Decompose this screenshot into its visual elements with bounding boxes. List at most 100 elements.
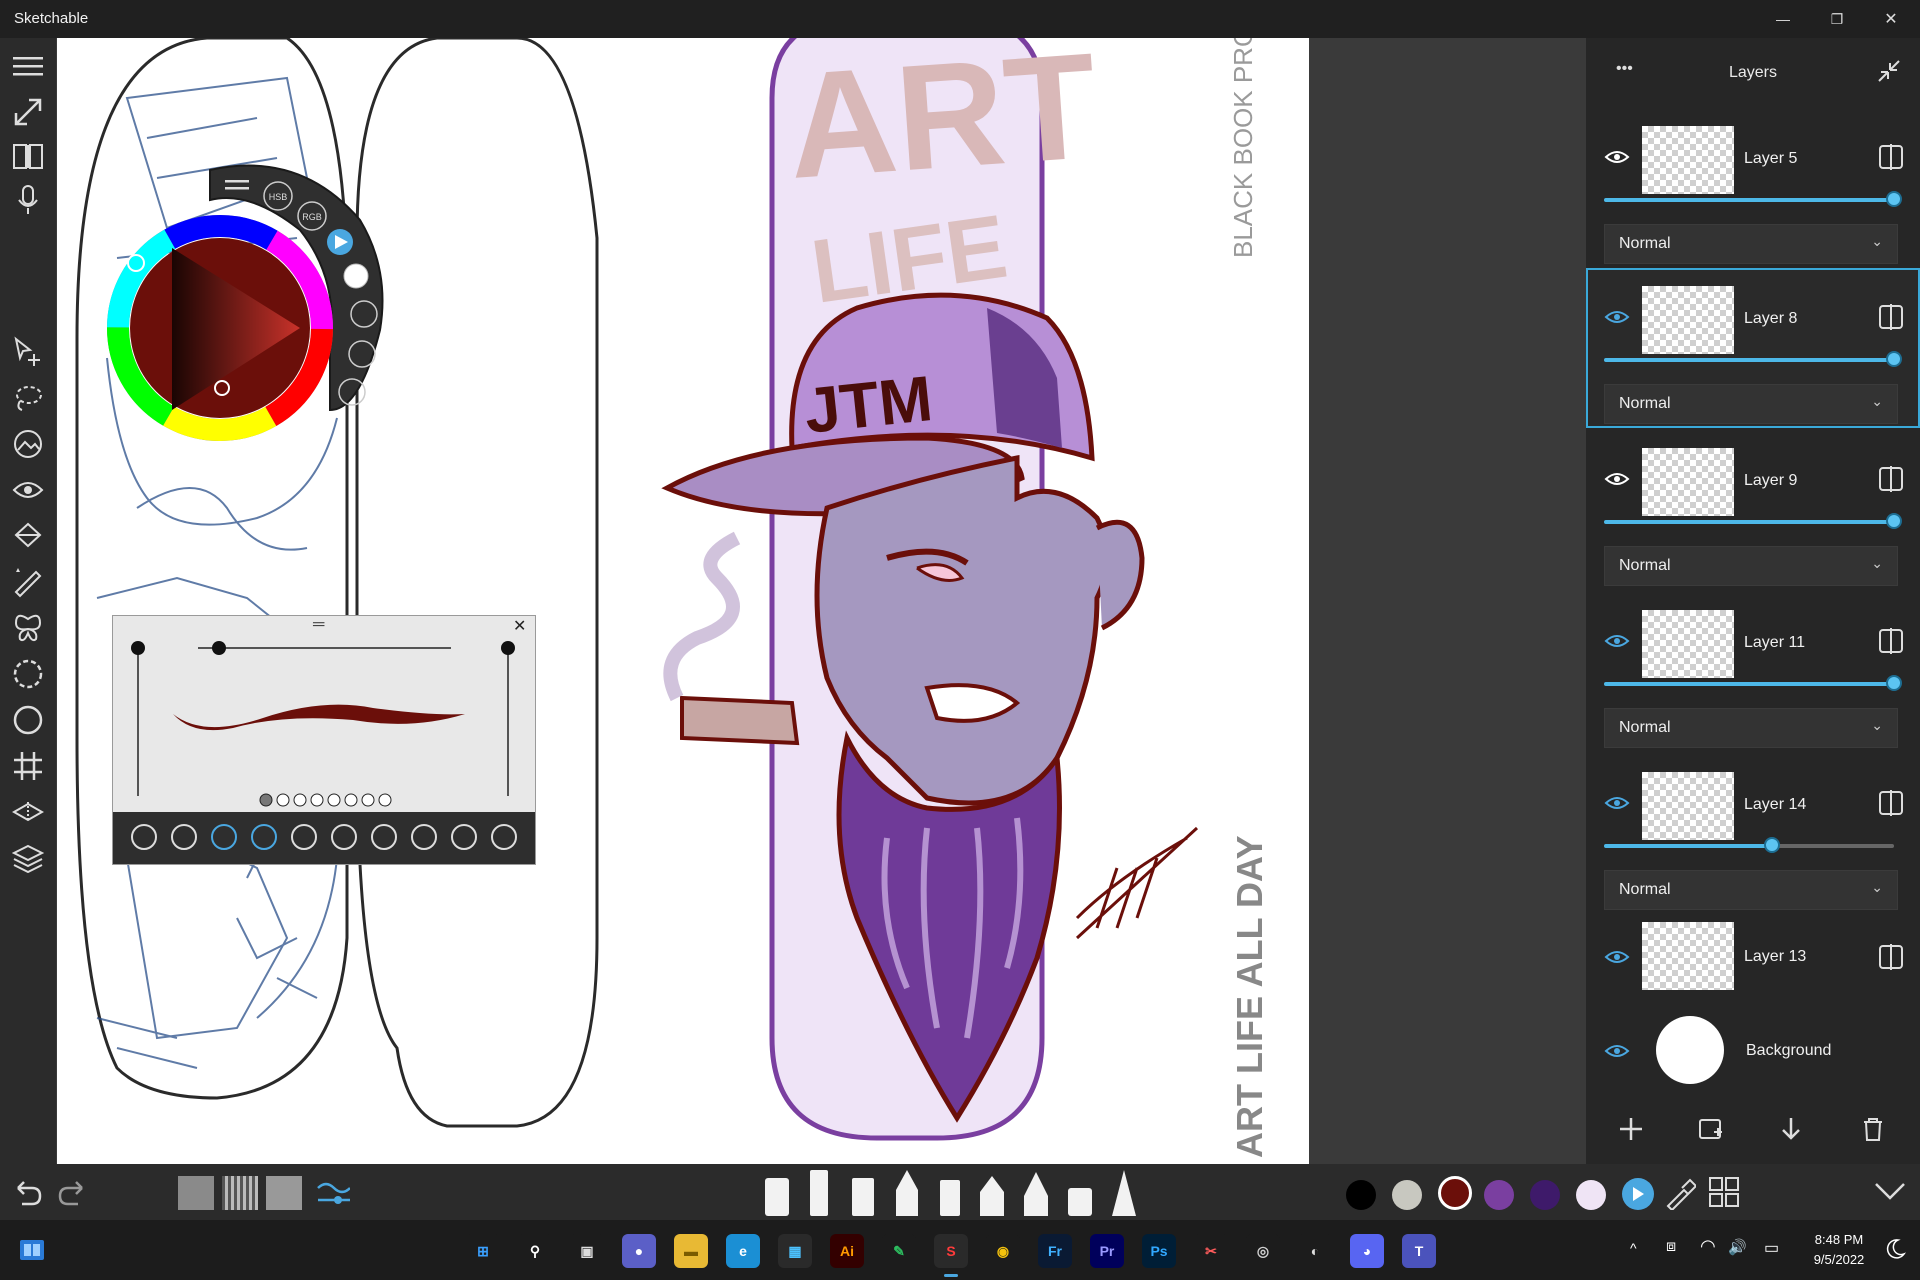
duplicate-layer-icon[interactable] [1698,1116,1724,1147]
layer-row[interactable]: Layer 5 Normal ⌄ [1586,108,1920,268]
texture-swatch-1[interactable] [178,1176,214,1210]
redo-icon[interactable] [58,1178,88,1211]
layer-split-icon[interactable] [1878,466,1904,497]
taskbar-chat-icon[interactable]: ● [622,1234,656,1268]
taskbar-cloud-icon[interactable]: ◎ [1246,1234,1280,1268]
brush-delete-icon[interactable] [451,824,477,850]
brush-settings-panel[interactable]: ═ ✕ [112,615,536,865]
brush-angle-icon[interactable] [291,824,317,850]
brush-curve-active-icon[interactable] [251,824,277,850]
brush-pencil[interactable] [896,1170,918,1216]
visibility-eye-icon[interactable] [1604,308,1630,331]
color-picker[interactable]: HSB RGB [100,160,400,450]
layer-split-icon[interactable] [1878,944,1904,975]
brush-settings-icon[interactable] [491,824,517,850]
wifi-icon[interactable]: ◠ [1700,1236,1716,1257]
brush-marker[interactable] [765,1178,789,1216]
texture-swatch-3[interactable] [266,1176,302,1210]
collapse-panel-icon[interactable] [1876,58,1902,89]
blend-mode-select[interactable]: Normal ⌄ [1604,546,1898,586]
volume-icon[interactable]: 🔊 [1728,1238,1747,1256]
ruler-icon[interactable] [8,564,48,600]
taskbar-store-icon[interactable]: ▦ [778,1234,812,1268]
image-icon[interactable] [8,426,48,462]
opacity-slider-knob[interactable] [1886,351,1902,367]
brush-adjust-icon[interactable] [316,1178,351,1213]
hamburger-menu-icon[interactable] [8,48,48,84]
taskbar-edge-icon[interactable]: e [726,1234,760,1268]
visibility-eye-icon[interactable] [1604,948,1630,971]
brush-page-dots[interactable] [259,792,399,813]
background-layer-row[interactable]: Background [1586,1008,1920,1088]
texture-swatch-2[interactable] [222,1176,258,1210]
undo-icon[interactable] [12,1178,42,1211]
taskbar-premiere-icon[interactable]: Pr [1090,1234,1124,1268]
select-move-icon[interactable] [8,334,48,370]
brush-curve-editor[interactable] [113,616,535,812]
layer-row[interactable]: Layer 14 Normal ⌄ [1586,754,1920,914]
fill-bucket-icon[interactable] [8,518,48,554]
brush-fineliner[interactable] [980,1176,1004,1216]
visibility-eye-icon[interactable] [1604,794,1630,817]
taskbar-snip-icon[interactable]: ✂ [1194,1234,1228,1268]
color-swatch-dark-purple[interactable] [1530,1180,1560,1210]
eye-icon[interactable] [8,472,48,508]
color-swatch-active[interactable] [1438,1176,1472,1210]
taskbar-evernote-icon[interactable]: ✎ [882,1234,916,1268]
minimize-button[interactable]: — [1760,0,1806,38]
circle-dashed-icon[interactable] [8,656,48,692]
layer-split-icon[interactable] [1878,304,1904,335]
brush-curve-icon[interactable] [211,824,237,850]
battery-icon[interactable]: ▭ [1764,1238,1779,1258]
brush-pen[interactable] [940,1180,960,1216]
brush-fountain-pen[interactable] [1024,1172,1048,1216]
notification-icon[interactable] [1884,1238,1907,1265]
layer-split-icon[interactable] [1878,628,1904,659]
circle-icon[interactable] [8,702,48,738]
clock-date[interactable]: 9/5/2022 [1804,1252,1874,1267]
layer-split-icon[interactable] [1878,144,1904,175]
background-color-swatch[interactable] [1656,1016,1724,1084]
opacity-slider[interactable] [1604,682,1894,686]
opacity-slider[interactable] [1604,358,1894,362]
visibility-eye-icon[interactable] [1604,470,1630,493]
microphone-icon[interactable] [8,182,48,218]
taskbar-file-explorer-icon[interactable]: ▬ [674,1234,708,1268]
blend-mode-select[interactable]: Normal ⌄ [1604,708,1898,748]
opacity-slider[interactable] [1604,520,1894,524]
brush-airbrush[interactable] [1112,1170,1136,1216]
brush-highlighter[interactable] [852,1178,874,1216]
layer-split-icon[interactable] [1878,790,1904,821]
symmetry-icon[interactable] [8,610,48,646]
brush-reset-icon[interactable] [371,824,397,850]
merge-down-icon[interactable] [1778,1116,1804,1147]
grid-icon[interactable] [8,748,48,784]
color-wheel[interactable]: HSB RGB [100,160,400,450]
visibility-eye-icon[interactable] [1604,632,1630,655]
expand-icon[interactable] [8,94,48,130]
opacity-slider-knob[interactable] [1886,513,1902,529]
taskbar-photoshop-icon[interactable]: Ps [1142,1234,1176,1268]
add-layer-icon[interactable] [1618,1116,1644,1147]
opacity-slider-knob[interactable] [1764,837,1780,853]
book-icon[interactable] [8,138,48,174]
visibility-eye-icon[interactable] [1604,148,1630,171]
perspective-icon[interactable] [8,794,48,830]
brush-wave-icon[interactable] [171,824,197,850]
taskbar-search-icon[interactable]: ⚲ [518,1234,552,1268]
widgets-icon[interactable] [18,1236,46,1264]
brush-lock-icon[interactable] [331,824,357,850]
restore-button[interactable]: ❐ [1814,0,1860,38]
blend-mode-select[interactable]: Normal ⌄ [1604,384,1898,424]
taskbar-discord-icon[interactable]: ◕ [1350,1234,1384,1268]
color-swatch-black[interactable] [1346,1180,1376,1210]
blend-mode-select[interactable]: Normal ⌄ [1604,224,1898,264]
color-swatch-lavender[interactable] [1576,1180,1606,1210]
color-swatch-gray[interactable] [1392,1180,1422,1210]
clock-time[interactable]: 8:48 PM [1804,1232,1874,1247]
close-button[interactable]: ✕ [1868,0,1914,38]
brush-spiral-icon[interactable] [131,824,157,850]
taskbar-illustrator-icon[interactable]: Ai [830,1234,864,1268]
layers-icon[interactable] [8,840,48,876]
layer-row-selected[interactable]: Layer 8 Normal ⌄ [1586,268,1920,428]
